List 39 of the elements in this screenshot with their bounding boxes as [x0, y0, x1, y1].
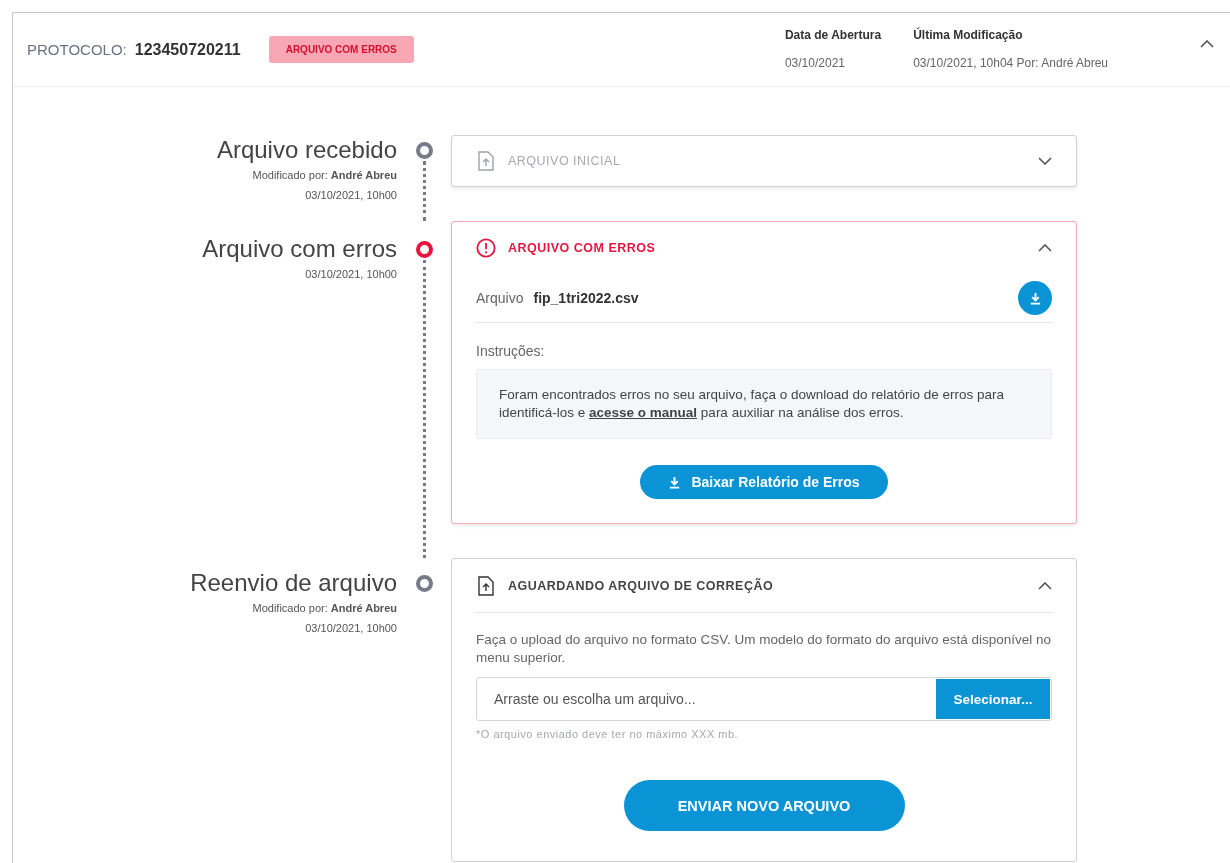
instructions-text: Foram encontrados erros no seu arquivo, faça o download do relatório de erros para identificá-los e acesse o manual para auxiliar na análise dos erros. — [499, 386, 1006, 422]
chevron-icon[interactable] — [1038, 157, 1052, 165]
last-modified: 03/10/2021, 10h04 Por: André Abreu — [913, 56, 1108, 70]
step-date: 03/10/2021, 10h00 — [305, 267, 397, 282]
status-badge: ARQUIVO COM ERROS — [268, 36, 414, 63]
download-icon — [1028, 291, 1042, 305]
file-name: fip_1tri2022.csv — [533, 290, 640, 306]
step-modified-by: Modificado por: André Abreu — [252, 168, 397, 183]
step-title: Arquivo com erros — [202, 234, 397, 264]
chevron-icon[interactable] — [1200, 39, 1214, 48]
file-upload-icon — [476, 151, 496, 171]
select-button[interactable]: Selecionar... — [936, 679, 1050, 719]
protocol-label: PROTOCOLO: — [27, 41, 127, 58]
card-title: ARQUIVO COM ERROS — [508, 241, 657, 255]
step-date: 03/10/2021, 10h00 — [305, 621, 397, 636]
manual-link[interactable]: acesse o manual — [589, 405, 698, 420]
step-title: Reenvio de arquivo — [190, 568, 397, 598]
file-label: Arquivo — [476, 290, 524, 306]
instructions-label: Instruções: — [476, 343, 546, 359]
opening-date-label: Data de Abertura — [784, 28, 882, 42]
download-button[interactable] — [1018, 281, 1052, 315]
chevron-icon[interactable] — [1038, 581, 1052, 590]
download-report-button[interactable]: Baixar Relatório de Erros — [640, 465, 888, 499]
submit-button[interactable]: ENVIAR NOVO ARQUIVO — [623, 780, 905, 831]
chevron-icon[interactable] — [1038, 244, 1052, 252]
file-input-field[interactable]: Arraste ou escolha um arquivo... Selecionar... — [476, 677, 1052, 721]
file-upload-icon — [476, 575, 496, 596]
download-icon — [668, 475, 682, 489]
alert-icon — [476, 238, 496, 258]
step-modified-by: Modificado por: André Abreu — [252, 601, 397, 616]
last-modified-label: Última Modificação — [913, 28, 1024, 42]
opening-date: 03/10/2021 — [784, 56, 846, 70]
file-size-note: *O arquivo enviado deve ter no máximo XXX mb. — [476, 728, 740, 740]
card-title: ARQUIVO INICIAL — [508, 154, 622, 168]
protocol-number: 123450720211 — [134, 40, 241, 59]
upload-description: Faça o upload do arquivo no formato CSV. Um modelo do formato do arquivo está disponível no menu superior. — [476, 631, 1052, 667]
card-title: AGUARDANDO ARQUIVO DE CORREÇÃO — [508, 578, 775, 593]
step-title: Arquivo recebido — [216, 135, 397, 165]
step-date: 03/10/2021, 10h00 — [305, 188, 397, 203]
